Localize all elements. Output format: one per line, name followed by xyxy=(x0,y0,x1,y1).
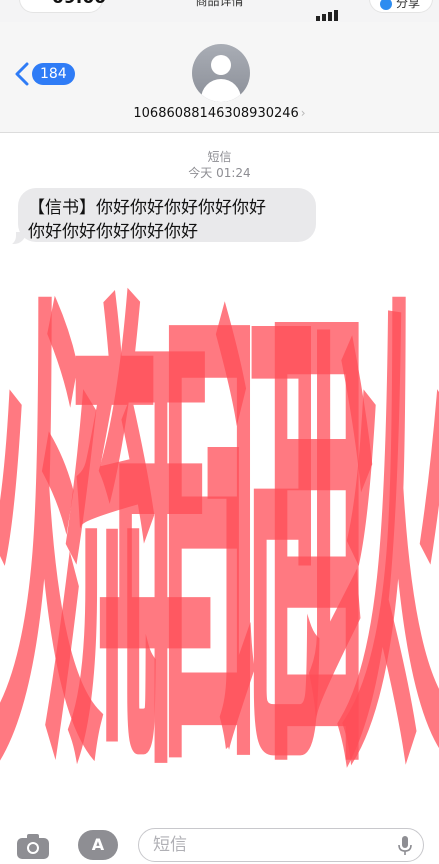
share-label: 分享 xyxy=(396,0,421,10)
service-label: 短信 xyxy=(207,150,232,164)
camera-icon[interactable] xyxy=(16,832,50,860)
microphone-icon[interactable] xyxy=(398,836,412,856)
avatar-head-shape xyxy=(211,55,231,75)
chevron-right-icon: › xyxy=(300,106,306,120)
watermark-char: 流 xyxy=(40,253,159,833)
watermark-char: 记 xyxy=(204,253,323,833)
back-button[interactable]: 184 xyxy=(14,62,75,86)
top-status-strip: 09:00 商品详情 分享 xyxy=(0,0,439,22)
contact-number: 10686088146308930246 xyxy=(133,106,299,121)
watermark-char: 火 xyxy=(340,140,439,858)
compose-bar: A 短信 xyxy=(0,818,439,864)
unread-count-badge: 184 xyxy=(32,63,75,85)
message-input[interactable]: 短信 xyxy=(138,828,424,862)
watermark-char: 目 xyxy=(258,253,377,833)
contact-name[interactable]: 10686088146308930246 › xyxy=(0,106,439,121)
conversation-header: 184 10686088146308930246 › xyxy=(0,22,439,133)
app-store-glyph: A xyxy=(91,835,105,854)
message-input-placeholder: 短信 xyxy=(153,835,187,855)
chevron-left-icon xyxy=(15,62,29,86)
message-line-1: 【信书】你好你好你好你好你好 xyxy=(28,198,266,218)
app-store-icon[interactable]: A xyxy=(78,830,118,860)
contact-avatar[interactable] xyxy=(192,44,250,102)
message-timestamp: 今天 01:24 xyxy=(188,166,251,180)
watermark-char: 火 xyxy=(0,140,104,858)
watermark-char: 年 xyxy=(96,253,215,833)
received-message-bubble[interactable]: 【信书】你好你好你好你好你好 你好你好你好你好你好 xyxy=(18,188,316,242)
watermark-char: 日 xyxy=(150,253,269,833)
message-line-2: 你好你好你好你好你好 xyxy=(28,222,198,242)
avatar-body-shape xyxy=(201,79,241,102)
watermark-char: 以 xyxy=(300,253,419,833)
signal-icon xyxy=(316,2,356,21)
